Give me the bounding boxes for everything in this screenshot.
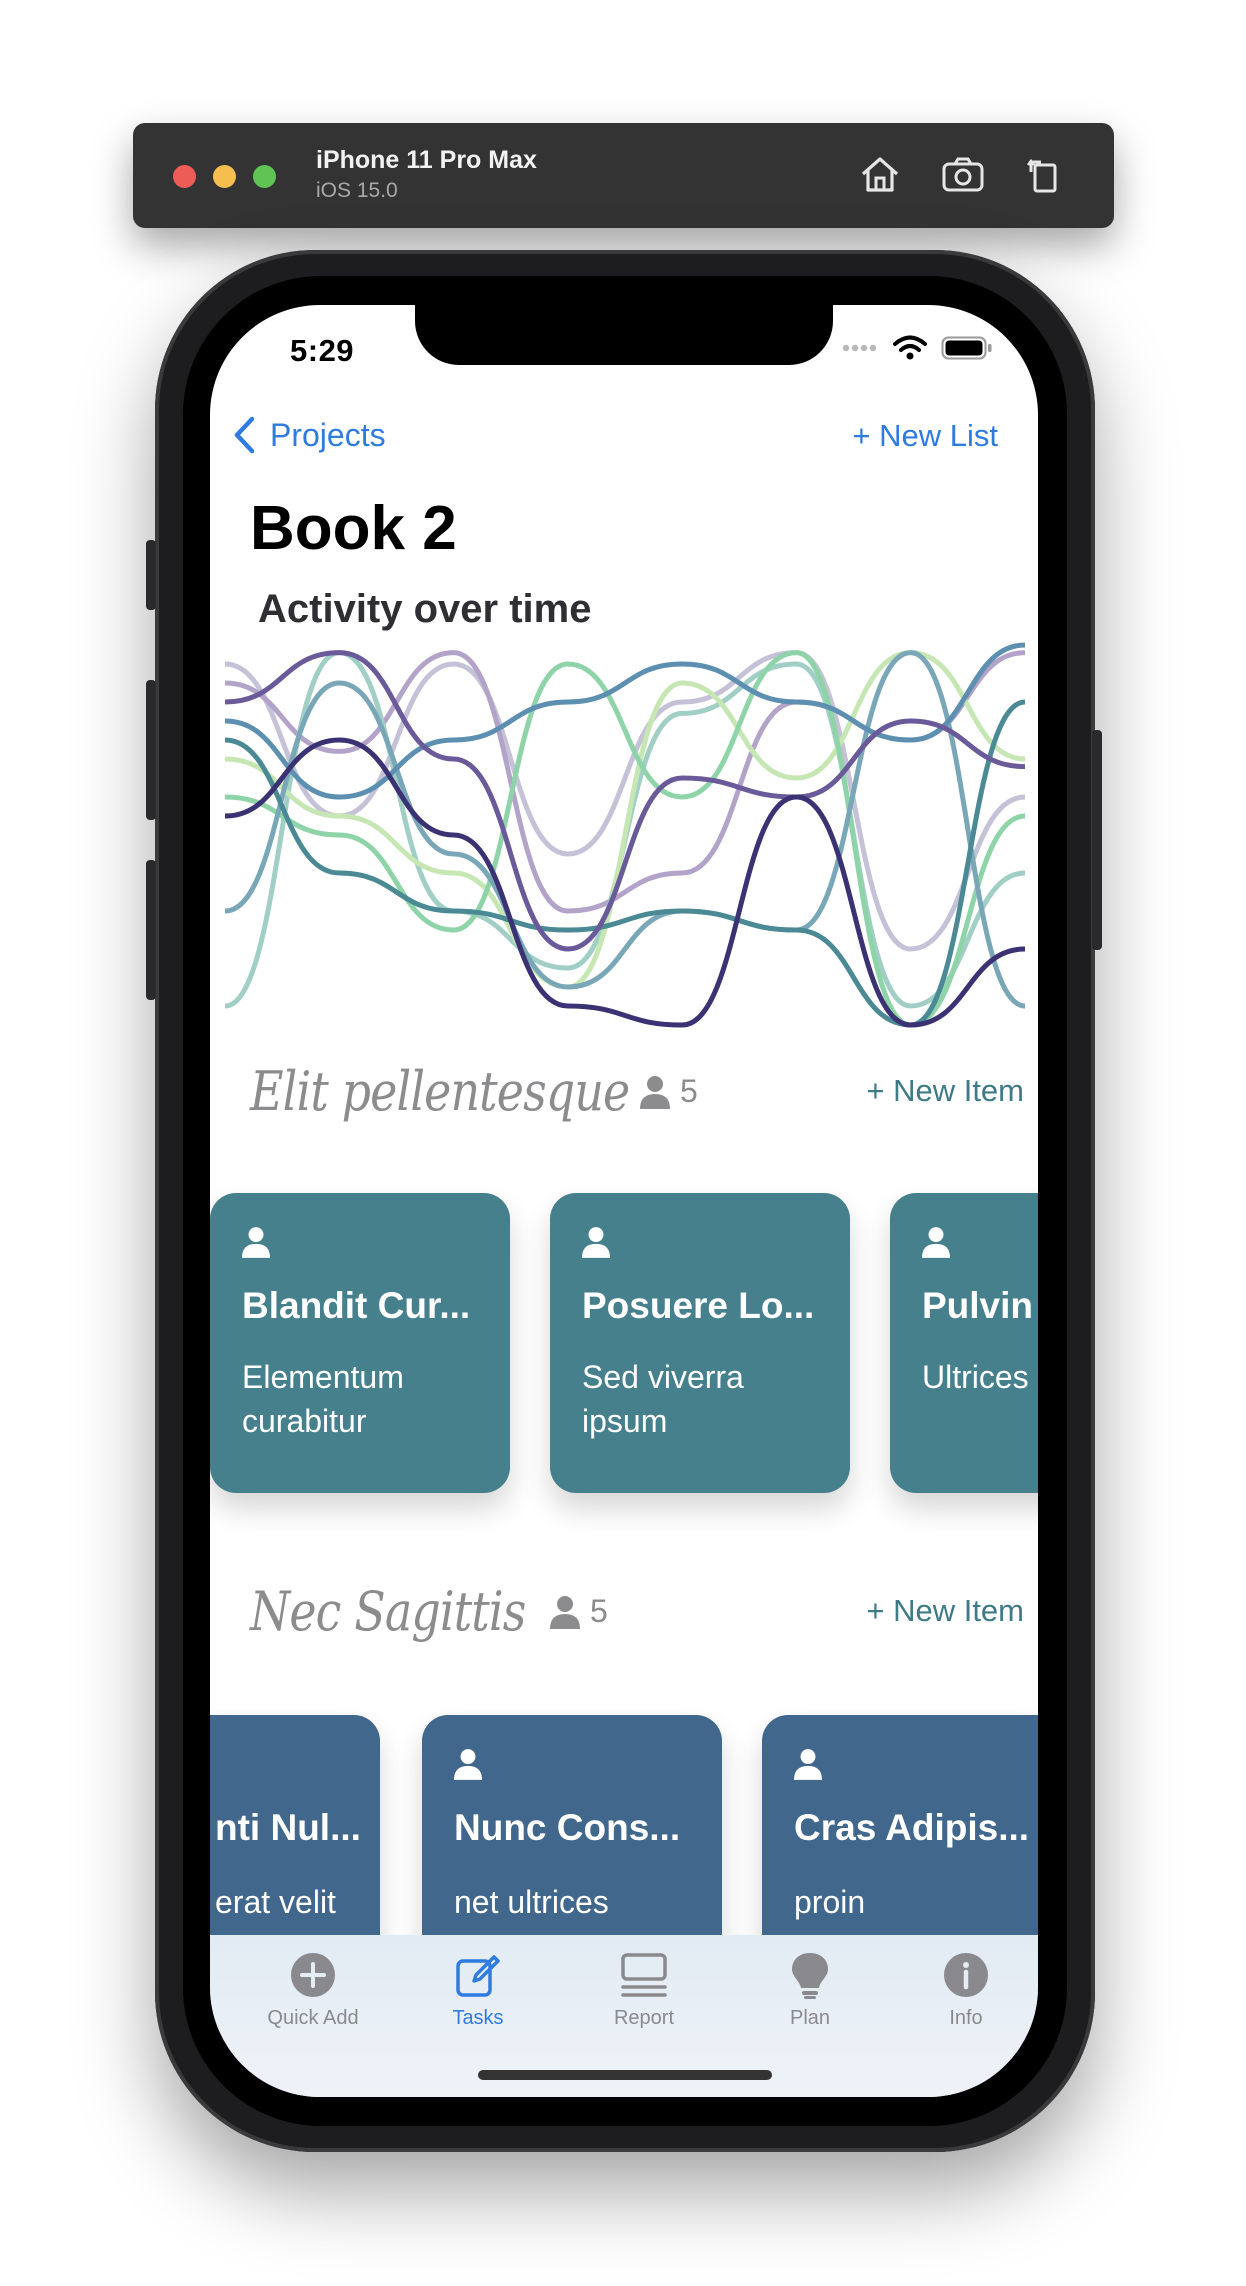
chevron-left-icon: [234, 416, 255, 454]
signal-icon: [842, 344, 877, 352]
volume-down-button: [146, 860, 156, 1000]
edit-icon: [456, 1955, 500, 1997]
item-card[interactable]: Pulvin Ultrices: [890, 1193, 1038, 1493]
person-icon: [794, 1749, 822, 1780]
back-button[interactable]: Projects: [232, 415, 386, 455]
wifi-icon: [893, 335, 927, 360]
notch: [415, 305, 833, 365]
volume-up-button: [146, 680, 156, 820]
card-title: Cras Adipis...: [794, 1807, 1030, 1848]
tab-info[interactable]: Info: [886, 1951, 1038, 2030]
plus-circle-icon: [291, 1953, 335, 1997]
mute-switch: [146, 540, 156, 610]
tab-tasks[interactable]: Tasks: [398, 1951, 558, 2030]
device-name: iPhone 11 Pro Max: [316, 146, 537, 174]
person-icon: [242, 1227, 270, 1258]
person-icon: [454, 1749, 482, 1780]
tab-label: Quick Add: [267, 2007, 359, 2029]
person-icon: [550, 1595, 580, 1629]
zoom-window-button[interactable]: [253, 165, 276, 188]
card-title: Posuere Lo...: [582, 1285, 815, 1326]
chart-series-line-9: [225, 650, 1025, 952]
person-icon: [582, 1227, 610, 1258]
battery-icon: [941, 336, 992, 360]
card-subtitle: proin: [794, 1884, 866, 1920]
tab-label: Report: [613, 2007, 675, 2029]
minimize-window-button[interactable]: [213, 165, 236, 188]
home-indicator: [478, 2070, 772, 2080]
tab-label: Plan: [789, 2007, 831, 2029]
rotate-icon: [1027, 158, 1057, 193]
status-icons: [841, 335, 993, 361]
lightbulb-icon: [792, 1953, 828, 1999]
power-button: [1092, 730, 1102, 950]
member-count-value: 5: [680, 1073, 698, 1109]
chart-title: Activity over time: [258, 587, 592, 631]
new-list-button[interactable]: + New List: [852, 418, 998, 454]
tab-label: Info: [949, 2007, 983, 2029]
card-subtitle: Sed viverra ipsum: [582, 1359, 744, 1439]
chart-series-line-4: [225, 650, 1025, 990]
person-icon: [922, 1227, 950, 1258]
chart-series-line-1: [225, 650, 1025, 952]
item-card[interactable]: Posuere Lo... Sed viverra ipsum: [550, 1193, 850, 1493]
card-subtitle: Ultrices: [922, 1359, 1029, 1395]
card-subtitle: net ultrices: [454, 1884, 609, 1920]
home-icon: [861, 157, 899, 192]
tab-plan[interactable]: Plan: [730, 1951, 890, 2030]
close-window-button[interactable]: [173, 165, 196, 188]
new-item-button[interactable]: + New Item: [866, 1593, 1024, 1629]
card-title: Nunc Cons...: [454, 1807, 681, 1848]
member-count-value: 5: [590, 1593, 608, 1629]
card-title: Pulvin: [922, 1285, 1034, 1326]
report-icon: [621, 1953, 667, 1997]
activity-chart: [225, 642, 1025, 1028]
tab-report[interactable]: Report: [564, 1951, 724, 2030]
card-subtitle: erat velit: [215, 1884, 336, 1920]
screenshot-button[interactable]: [938, 150, 988, 200]
member-count: 5: [550, 1593, 608, 1630]
os-version: iOS 15.0: [316, 179, 398, 202]
section-title: Nec Sagittis: [250, 1580, 526, 1643]
home-button[interactable]: [855, 150, 905, 200]
member-count: 5: [640, 1073, 698, 1110]
screenshot-icon: [942, 157, 984, 192]
section-title: Elit pellentesque: [250, 1060, 630, 1123]
card-title: nti Nul...: [215, 1807, 361, 1848]
info-icon: [944, 1953, 988, 1997]
tab-label: Tasks: [452, 2007, 504, 2029]
rotate-button[interactable]: [1019, 150, 1069, 200]
back-label: Projects: [270, 416, 386, 453]
item-card[interactable]: Blandit Cur... Elementum curabitur: [210, 1193, 510, 1493]
app-screen: 5:29 Projects + New List Book 2 Activity…: [210, 305, 1038, 2097]
tab-quick-add[interactable]: Quick Add: [233, 1951, 393, 2030]
new-item-button[interactable]: + New Item: [866, 1073, 1024, 1109]
card-title: Blandit Cur...: [242, 1285, 471, 1326]
page-title: Book 2: [250, 494, 457, 563]
person-icon: [640, 1075, 670, 1109]
simulator-toolbar: iPhone 11 Pro Max iOS 15.0: [133, 123, 1114, 228]
card-subtitle: Elementum curabitur: [242, 1359, 404, 1439]
status-time: 5:29: [290, 333, 355, 368]
